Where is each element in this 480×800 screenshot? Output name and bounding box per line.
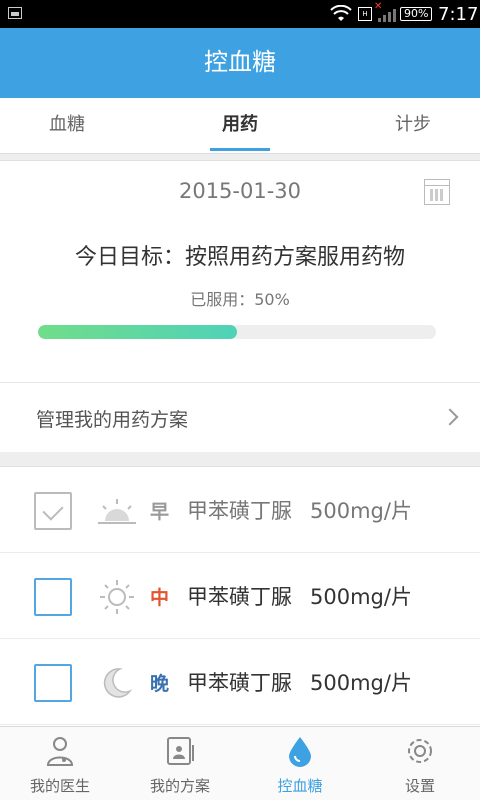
- goal-card: 2015-01-30 今日目标：按照用药方案服用药物 已服用：50%: [0, 160, 480, 382]
- manage-plan-row[interactable]: 管理我的用药方案: [0, 382, 480, 452]
- date-label[interactable]: 2015-01-30: [150, 179, 330, 203]
- nav-label: 我的医生: [29, 777, 90, 795]
- nav-blood-sugar[interactable]: 控血糖: [240, 727, 360, 800]
- nav-my-plan[interactable]: 我的方案: [120, 727, 240, 800]
- moon-icon: [96, 663, 138, 703]
- drug-name: 甲苯磺丁脲: [187, 585, 292, 609]
- doctor-icon: [45, 735, 75, 767]
- medication-row-evening: 晚 甲苯磺丁脲 500mg/片: [0, 639, 480, 725]
- checkbox-morning[interactable]: [34, 492, 72, 530]
- medication-list: 早 甲苯磺丁脲 500mg/片 中 甲苯磺丁脲 500mg/片 晚 甲苯磺丁脲 …: [0, 466, 480, 726]
- period-label: 中: [150, 587, 170, 609]
- medication-row-morning: 早 甲苯磺丁脲 500mg/片: [0, 467, 480, 553]
- drug-dose: 500mg/片: [310, 499, 412, 523]
- nav-label: 我的方案: [149, 777, 210, 795]
- checkbox-noon[interactable]: [34, 578, 72, 616]
- tab-steps[interactable]: 计步: [346, 98, 480, 154]
- nav-my-doctor[interactable]: 我的医生: [0, 727, 120, 800]
- gear-icon: [405, 735, 435, 767]
- goal-title: 今日目标：按照用药方案服用药物: [74, 245, 405, 270]
- drug-dose: 500mg/片: [310, 585, 412, 609]
- drug-dose: 500mg/片: [310, 671, 412, 695]
- sun-icon: [96, 577, 138, 617]
- period-label: 早: [150, 501, 170, 523]
- nav-label: 设置: [404, 777, 435, 795]
- sim-icon: H: [358, 7, 372, 21]
- image-icon: [8, 7, 22, 19]
- medication-row-noon: 中 甲苯磺丁脲 500mg/片: [0, 553, 480, 639]
- progress-bar: [38, 325, 436, 339]
- sunrise-icon: [96, 491, 138, 531]
- drug-name: 甲苯磺丁脲: [187, 499, 292, 523]
- app-bar: 控血糖: [0, 28, 480, 98]
- status-bar: H ✕ 90% 7:17: [0, 0, 480, 28]
- tab-blood-sugar[interactable]: 血糖: [0, 98, 134, 154]
- manage-plan-label: 管理我的用药方案: [36, 409, 189, 431]
- page-title: 控血糖: [204, 48, 276, 76]
- drug-name: 甲苯磺丁脲: [187, 671, 292, 695]
- nav-label: 控血糖: [277, 777, 323, 795]
- bottom-navigation: 我的医生 我的方案 控血糖 设置: [0, 726, 480, 800]
- signal-icon: [378, 8, 396, 22]
- blood-drop-icon: [285, 735, 315, 767]
- battery-icon: 90%: [400, 7, 433, 21]
- tab-bar: 血糖 用药 计步: [0, 98, 480, 154]
- tab-indicator: [210, 148, 270, 151]
- taken-percentage: 已服用：50%: [190, 290, 290, 309]
- wifi-icon: [330, 4, 352, 27]
- calendar-icon[interactable]: [424, 179, 450, 205]
- clock: 7:17: [438, 4, 479, 25]
- plan-icon: [165, 735, 195, 767]
- tab-medication[interactable]: 用药: [180, 98, 300, 154]
- checkbox-evening[interactable]: [34, 664, 72, 702]
- period-label: 晚: [150, 673, 170, 695]
- progress-fill: [38, 325, 237, 339]
- battery-level: 90%: [404, 7, 429, 20]
- chevron-right-icon: [441, 408, 459, 426]
- nav-settings[interactable]: 设置: [360, 727, 480, 800]
